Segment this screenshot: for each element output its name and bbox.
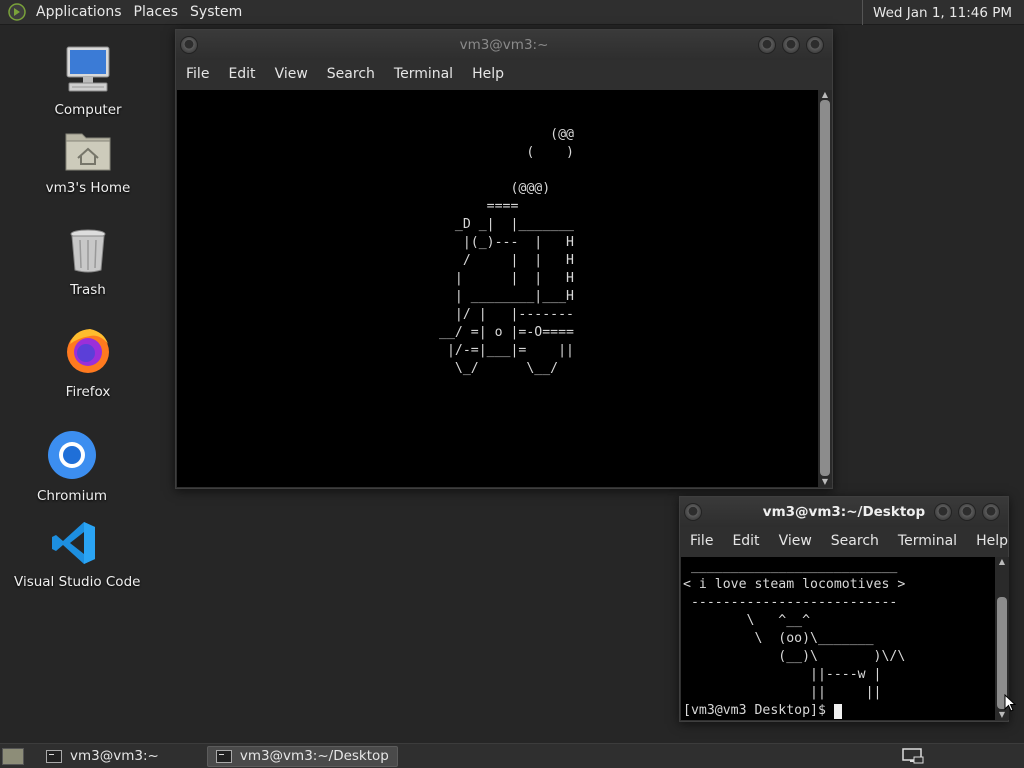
maximize-button[interactable] [782,36,800,54]
minimize-button[interactable] [934,503,952,521]
window-title: vm3@vm3:~ [459,37,549,53]
desktop-icon-label: Visual Studio Code [14,574,141,590]
applications-menu[interactable]: Applications [30,0,128,25]
taskbar-item-desktop[interactable]: vm3@vm3:~/Desktop [206,745,398,767]
terminal-output-cowsay: __________________________ < i love stea… [683,559,906,700]
terminal-area[interactable]: (@@ ( ) (@@@) ==== _D _| |_______ |(_)--… [177,90,818,487]
shell-prompt: [vm3@vm3 Desktop]$ [683,703,834,718]
desktop-icon-label: vm3's Home [45,180,131,196]
desktop-icon-label: Firefox [65,384,111,400]
menu-view[interactable]: View [773,533,825,549]
taskbar-item-label: vm3@vm3:~/Desktop [239,748,389,764]
close-button[interactable] [982,503,1000,521]
window-menu-button[interactable] [684,503,702,521]
applications-logo-icon[interactable] [8,3,26,21]
desktop-icon-computer[interactable]: Computer [48,44,128,118]
desktop-icon-home[interactable]: vm3's Home [44,128,132,196]
window-titlebar[interactable]: vm3@vm3:~ [176,30,832,60]
show-desktop-icon[interactable] [2,747,24,765]
window-titlebar[interactable]: vm3@vm3:~/Desktop [680,497,1008,527]
terminal-output-train: (@@ ( ) (@@@) ==== _D _| |_______ |(_)--… [439,127,574,376]
scroll-up-arrow-icon[interactable]: ▲ [818,90,832,100]
vscode-icon [52,522,95,564]
terminal-area[interactable]: __________________________ < i love stea… [681,557,995,720]
bottom-taskbar: vm3@vm3:~ vm3@vm3:~/Desktop [0,743,1024,768]
scroll-down-arrow-icon[interactable]: ▼ [818,477,832,487]
window-menu-button[interactable] [180,36,198,54]
system-menu[interactable]: System [184,0,248,25]
desktop-icon-vscode[interactable]: Visual Studio Code [14,520,141,590]
terminal-window-desktop[interactable]: vm3@vm3:~/Desktop File Edit View Search … [679,496,1009,722]
menu-terminal[interactable]: Terminal [388,66,466,82]
taskbar-item-home[interactable]: vm3@vm3:~ [38,746,167,767]
menubar: File Edit View Search Terminal Help [680,527,1008,555]
trash-icon [70,229,106,273]
desktop-icon-trash[interactable]: Trash [48,228,128,298]
menu-edit[interactable]: Edit [726,533,772,549]
text-cursor [833,703,842,719]
menu-edit[interactable]: Edit [222,66,268,82]
desktop-icon-label: Computer [54,102,122,118]
places-menu[interactable]: Places [128,0,185,25]
menu-help[interactable]: Help [466,66,517,82]
chromium-icon [48,431,96,479]
terminal-icon [46,749,62,763]
home-folder-icon [65,133,111,171]
desktop-icon-chromium[interactable]: Chromium [32,430,112,504]
maximize-button[interactable] [958,503,976,521]
network-icon[interactable] [902,748,924,764]
menu-help[interactable]: Help [970,533,1021,549]
scrollbar[interactable]: ▲ ▼ [818,90,832,487]
menubar: File Edit View Search Terminal Help [176,60,832,88]
desktop-icon-firefox[interactable]: Firefox [48,326,128,400]
firefox-icon [67,329,109,373]
scrollbar-thumb[interactable] [820,100,830,476]
minimize-button[interactable] [758,36,776,54]
terminal-window-home[interactable]: vm3@vm3:~ File Edit View Search Terminal… [175,29,833,489]
terminal-icon [215,749,232,763]
menu-view[interactable]: View [269,66,321,82]
clock[interactable]: Wed Jan 1, 11:46 PM [862,0,1024,25]
computer-icon [66,46,110,92]
menu-search[interactable]: Search [825,533,892,549]
menu-file[interactable]: File [684,533,726,549]
desktop-icon-label: Chromium [36,488,108,504]
mouse-pointer-icon [1004,694,1016,712]
taskbar-item-label: vm3@vm3:~ [70,748,159,764]
prompt-line[interactable]: [vm3@vm3 Desktop]$ [683,702,842,720]
scroll-up-arrow-icon[interactable]: ▲ [995,557,1009,567]
menu-search[interactable]: Search [321,66,388,82]
menu-file[interactable]: File [180,66,222,82]
top-panel: Applications Places System Wed Jan 1, 11… [0,0,1024,25]
window-title: vm3@vm3:~/Desktop [762,504,926,520]
close-button[interactable] [806,36,824,54]
scrollbar-thumb[interactable] [997,597,1007,709]
desktop-icon-label: Trash [70,282,106,298]
menu-terminal[interactable]: Terminal [892,533,970,549]
